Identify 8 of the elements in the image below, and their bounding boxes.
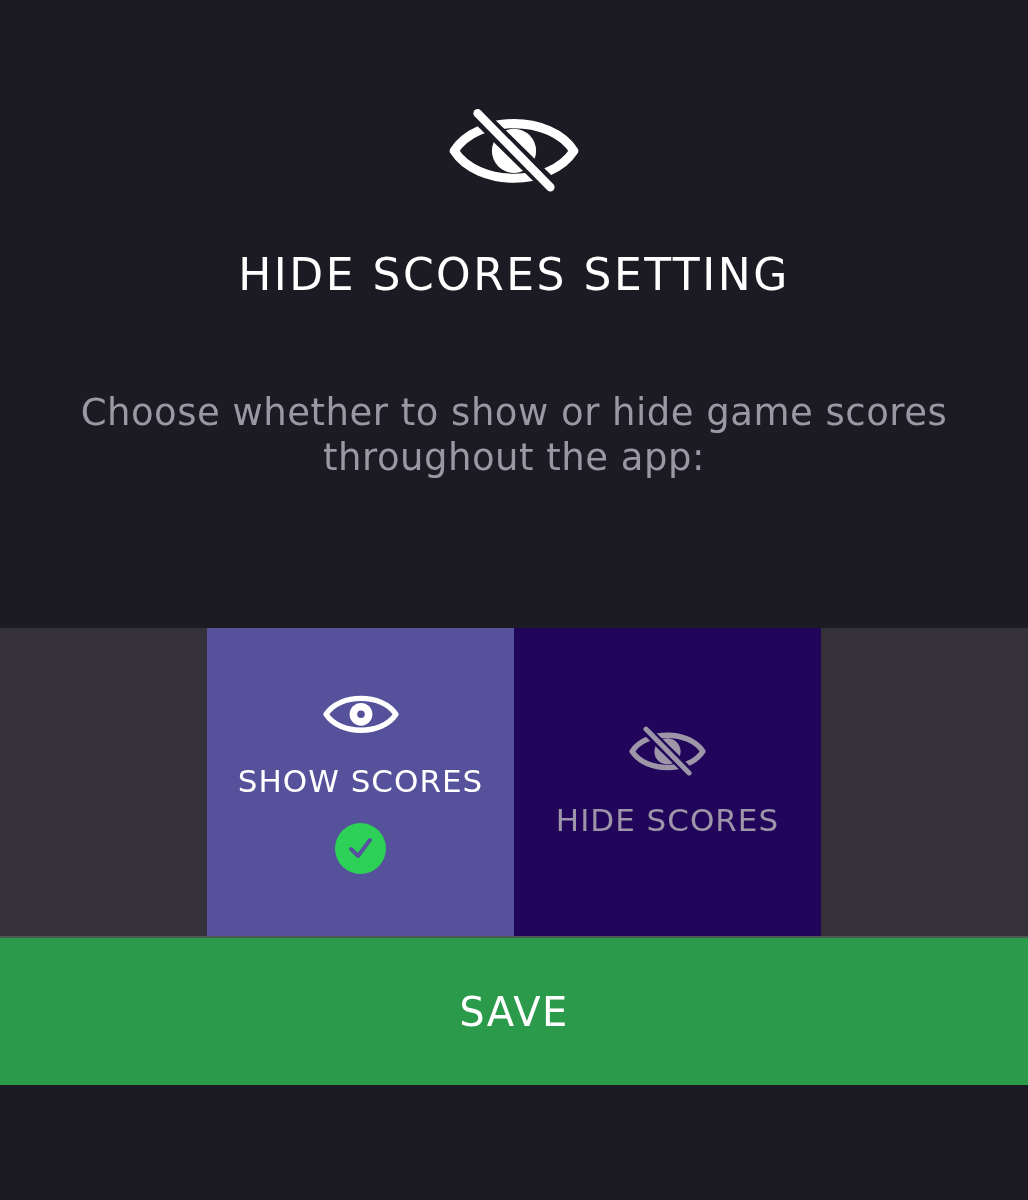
save-button[interactable]: SAVE [0,936,1028,1085]
settings-description: Choose whether to show or hide game scores throughout the app: [79,389,949,480]
eye-slash-icon [449,108,579,192]
scores-option[interactable]: HIDE SCORES [514,628,821,936]
eye-slash-icon [629,726,706,776]
scores-option[interactable]: SHOW SCORES [207,628,514,936]
settings-title: HIDE SCORES SETTING [238,247,790,302]
check-icon [335,822,386,874]
